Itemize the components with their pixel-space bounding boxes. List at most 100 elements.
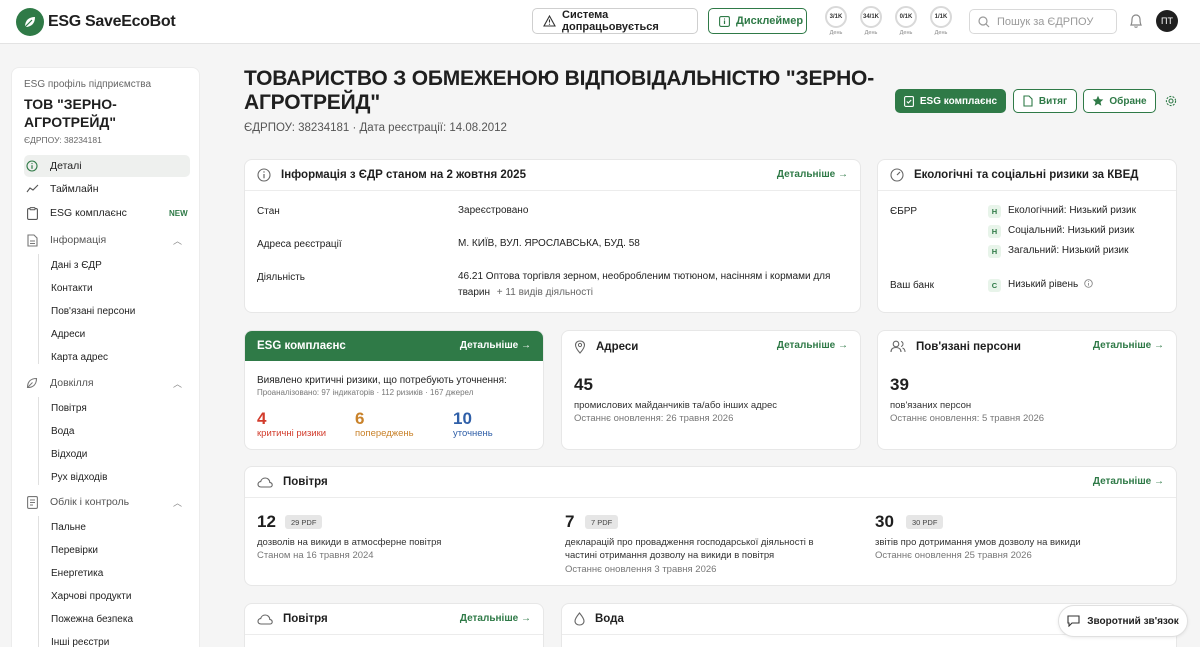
search-icon — [978, 15, 990, 28]
air-permits-count: 12 — [257, 512, 276, 531]
sidebar-item-fire-safety[interactable]: Пожежна безпека — [51, 609, 133, 629]
addresses-more-link[interactable]: Детальніше → — [777, 340, 848, 351]
ebrd-label: ЄБРР — [890, 206, 918, 217]
air-permits-label: дозволів на викиди в атмосферне повітря — [257, 537, 442, 548]
feedback-button[interactable]: Зворотний зв'язок — [1058, 605, 1188, 637]
air-card: Повітря Детальніше → 12 29 PDF дозволів … — [244, 466, 1177, 586]
sidebar-group-environment[interactable]: Довкілля ︿ — [24, 372, 190, 394]
ecological-risk: Екологічний: Низький ризик — [1008, 205, 1136, 216]
address-value: М. КИЇВ, ВУЛ. ЯРОСЛАВСЬКА, БУД. 58 — [458, 238, 640, 249]
sidebar: ESG профіль підприємства ТОВ "ЗЕРНО-АГРО… — [11, 67, 200, 647]
sidebar-group-information[interactable]: Інформація ︿ — [24, 229, 190, 251]
pdf-badge[interactable]: 30 PDF — [906, 515, 944, 529]
timeline-icon — [24, 184, 40, 194]
gear-icon[interactable] — [1165, 95, 1177, 107]
bell-icon[interactable] — [1129, 13, 1143, 29]
favorite-button[interactable]: Обране — [1083, 89, 1156, 113]
edr-info-card: Інформація з ЄДР станом на 2 жовтня 2025… — [244, 159, 861, 313]
leaf-icon — [24, 377, 40, 389]
sidebar-company-code: ЄДРПОУ: 38234181 — [24, 135, 102, 145]
air-declarations-label: декларацій про провадження господарської… — [565, 537, 814, 561]
chevron-up-icon[interactable]: ︿ — [173, 234, 182, 247]
sidebar-item-contacts[interactable]: Контакти — [51, 278, 93, 298]
sidebar-item-fuel[interactable]: Пальне — [51, 517, 86, 537]
warning-icon — [543, 15, 556, 27]
info-icon — [24, 160, 40, 172]
sidebar-item-inspections[interactable]: Перевірки — [51, 540, 98, 560]
sidebar-item-related-persons[interactable]: Пов'язані персони — [51, 301, 135, 321]
risk-level-badge: Н — [988, 205, 1001, 218]
air-declarations-date: Останнє оновлення 3 травня 2026 — [565, 564, 717, 575]
addresses-updated: Останнє оновлення: 26 травня 2026 — [574, 413, 734, 424]
air2-more-link[interactable]: Детальніше → — [460, 613, 531, 624]
avatar[interactable]: ПТ — [1156, 10, 1178, 32]
pdf-badge[interactable]: 29 PDF — [285, 515, 323, 529]
chevron-up-icon[interactable]: ︿ — [173, 377, 182, 390]
esg-analyzed: Проаналізовано: 97 індикаторів · 112 риз… — [257, 388, 474, 397]
sidebar-item-edr-data[interactable]: Дані з ЄДР — [51, 255, 102, 275]
sidebar-item-esg-compliance[interactable]: ESG комплаєнс NEW — [24, 202, 190, 224]
warning-label: попереджень — [355, 428, 414, 439]
sidebar-group-accounting[interactable]: Облік і контроль ︿ — [24, 491, 190, 513]
sidebar-item-timeline[interactable]: Таймлайн — [24, 178, 190, 200]
document-icon — [24, 233, 40, 247]
users-icon — [890, 340, 906, 353]
critical-count: 4 — [257, 409, 267, 428]
cloud-icon — [257, 613, 273, 625]
air-reports-count: 30 — [875, 512, 894, 531]
persons-more-link[interactable]: Детальніше → — [1093, 340, 1164, 351]
activity-extra-link[interactable]: + 11 видів діяльності — [497, 287, 593, 298]
addresses-card: Адреси Детальніше → 45 промислових майда… — [561, 330, 861, 450]
tree-line — [38, 254, 39, 364]
pdf-badge[interactable]: 7 PDF — [585, 515, 619, 529]
sidebar-item-energy[interactable]: Енергетика — [51, 563, 103, 583]
sidebar-item-waste-movement[interactable]: Рух відходів — [51, 467, 107, 487]
sidebar-item-details[interactable]: Деталі — [24, 155, 190, 177]
clipboard-icon — [24, 206, 40, 220]
bank-label: Ваш банк — [890, 280, 934, 291]
usage-meter-4: 1/1K День — [929, 6, 953, 36]
address-label: Адреса реєстрації — [257, 239, 342, 250]
disclaimer-button[interactable]: Дисклеймер — [708, 8, 807, 34]
extract-button[interactable]: Витяг — [1013, 89, 1077, 113]
clipboard-icon — [903, 95, 914, 107]
esg-compliance-card: ESG комплаєнс Детальніше → Виявлено крит… — [244, 330, 544, 450]
sidebar-item-addresses[interactable]: Адреси — [51, 324, 85, 344]
sidebar-item-food-products[interactable]: Харчові продукти — [51, 586, 131, 606]
system-improving-button[interactable]: Система допрацьовується — [532, 8, 698, 34]
info-circle-icon[interactable] — [1084, 279, 1093, 288]
sidebar-item-other-registries[interactable]: Інші реєстри — [51, 632, 109, 647]
kved-risks-card: Екологічні та соціальні ризики за КВЕД Є… — [877, 159, 1177, 313]
sidebar-item-address-map[interactable]: Карта адрес — [51, 347, 108, 367]
brand-logo[interactable]: ESG SaveEcoBot — [16, 7, 176, 37]
info-icon — [257, 168, 271, 182]
sidebar-item-water[interactable]: Вода — [51, 421, 74, 441]
top-bar: ESG SaveEcoBot Система допрацьовується Д… — [0, 0, 1200, 44]
chevron-up-icon[interactable]: ︿ — [173, 496, 182, 509]
air-card-header: Повітря — [245, 467, 1176, 498]
overall-risk: Загальний: Низький ризик — [1008, 245, 1129, 256]
air-more-link[interactable]: Детальніше → — [1093, 476, 1164, 487]
sidebar-caption: ESG профіль підприємства — [24, 79, 152, 90]
esg-compliance-button[interactable]: ESG комплаєнс — [895, 89, 1006, 113]
air-reports-label: звітів про дотримання умов дозволу на ви… — [875, 537, 1081, 548]
warning-count: 6 — [355, 409, 365, 428]
usage-meter-2: 34/1K День — [859, 6, 883, 36]
edr-more-link[interactable]: Детальніше → — [777, 169, 848, 180]
tree-line — [38, 397, 39, 485]
sidebar-company-name: ТОВ "ЗЕРНО-АГРОТРЕЙД" — [24, 96, 117, 130]
social-risk: Соціальний: Низький ризик — [1008, 225, 1135, 236]
esg-more-link[interactable]: Детальніше → — [460, 340, 531, 351]
sidebar-item-waste[interactable]: Відходи — [51, 444, 87, 464]
sidebar-item-air[interactable]: Повітря — [51, 398, 87, 418]
critical-label: критичні ризики — [257, 428, 327, 439]
star-icon — [1092, 95, 1104, 107]
gauge-icon — [890, 168, 904, 182]
status-label: Стан — [257, 206, 280, 217]
page-title: ТОВАРИСТВО З ОБМЕЖЕНОЮ ВІДПОВІДАЛЬНІСТЮ … — [244, 67, 874, 114]
water-drop-icon — [574, 612, 585, 626]
search-input[interactable]: Пошук за ЄДРПОУ — [969, 9, 1117, 34]
clarify-label: уточнень — [453, 428, 493, 439]
disclaimer-label: Дисклеймер — [736, 15, 804, 27]
bank-risk: Низький рівень — [1008, 277, 1093, 293]
